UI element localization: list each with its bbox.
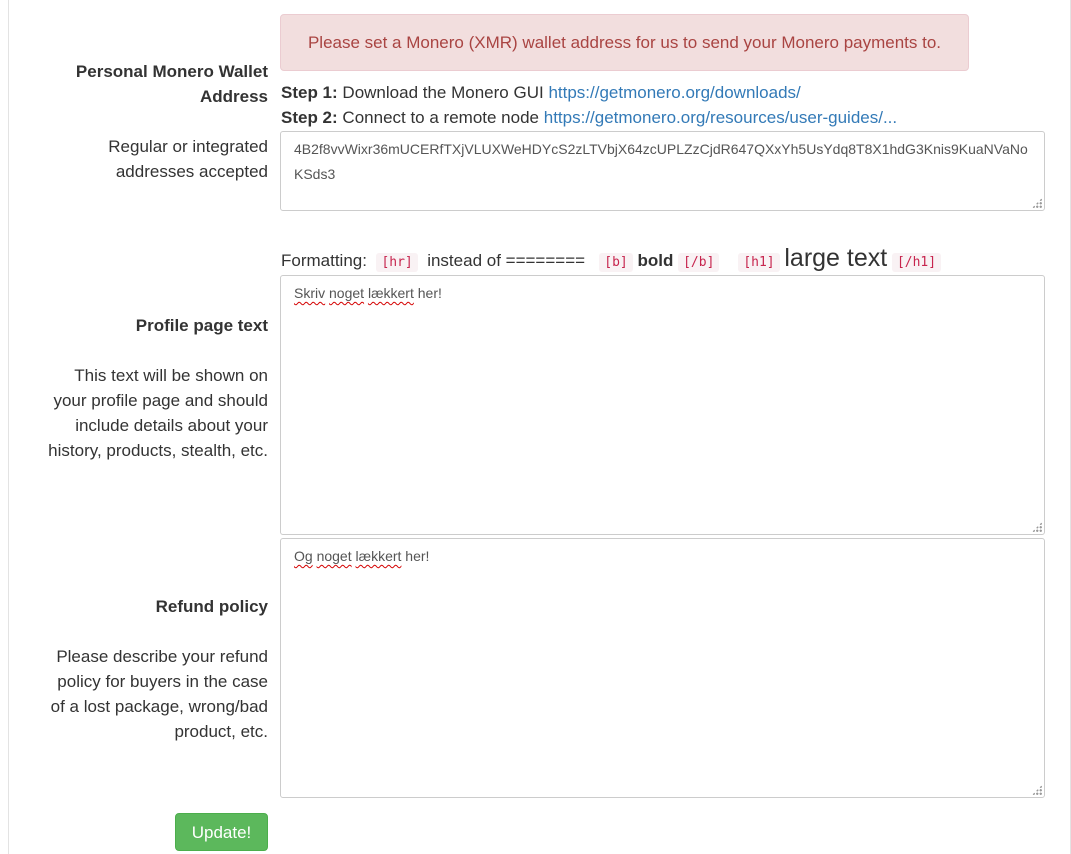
profile-text-value: Skriv noget lækkert her!	[294, 281, 1031, 306]
refund-word-2: noget	[316, 548, 352, 564]
update-button[interactable]: Update!	[175, 813, 268, 851]
h1-open-tag: [h1]	[738, 253, 780, 272]
hr-tag: [hr]	[376, 253, 418, 272]
profile-description: This text will be shown on your profile …	[30, 363, 268, 463]
wallet-alert: Please set a Monero (XMR) wallet address…	[280, 14, 969, 71]
large-text-sample: large text	[784, 244, 888, 272]
refund-desc-line4: product, etc.	[174, 722, 268, 741]
formatting-label: Formatting:	[281, 251, 367, 270]
wallet-address-input[interactable]: 4B2f8vvWixr36mUCERfTXjVLUXWeHDYcS2zLTVbj…	[280, 131, 1045, 211]
step-1: Step 1: Download the Monero GUI https://…	[281, 80, 801, 105]
profile-desc-line2: your profile page and should	[53, 391, 268, 410]
refund-word-1: Og	[294, 548, 313, 564]
wallet-label-line2: Address	[199, 87, 268, 106]
refund-title: Refund policy	[155, 597, 268, 616]
refund-word-rest: her!	[401, 548, 430, 564]
step-1-prefix: Step 1:	[281, 83, 338, 102]
resize-handle-icon[interactable]	[1032, 785, 1042, 795]
wallet-hint-line2: addresses accepted	[115, 162, 268, 181]
wallet-hint: Regular or integrated addresses accepted	[40, 134, 268, 184]
profile-desc-line4: history, products, stealth, etc.	[48, 441, 268, 460]
refund-description: Please describe your refund policy for b…	[30, 644, 268, 744]
bold-open-tag: [b]	[599, 253, 633, 272]
profile-word-3: lækkert	[367, 285, 414, 301]
resize-handle-icon[interactable]	[1032, 198, 1042, 208]
instead-of-text: instead of ========	[427, 251, 586, 270]
step-1-text: Download the Monero GUI	[342, 83, 544, 102]
profile-word-1: Skriv	[294, 285, 326, 301]
profile-label: Profile page text	[30, 313, 268, 338]
refund-desc-line1: Please describe your refund	[56, 647, 268, 666]
profile-desc-line1: This text will be shown on	[74, 366, 268, 385]
refund-desc-line3: of a lost package, wrong/bad	[50, 697, 268, 716]
refund-policy-input[interactable]: Og noget lækkert her!	[280, 538, 1045, 798]
wallet-hint-line1: Regular or integrated	[108, 137, 268, 156]
resize-handle-icon[interactable]	[1032, 522, 1042, 532]
step-2-text: Connect to a remote node	[342, 108, 539, 127]
refund-desc-line2: policy for buyers in the case	[57, 672, 268, 691]
profile-word-rest: her!	[413, 285, 442, 301]
formatting-help: Formatting: [hr] instead of ======== [b]…	[281, 243, 942, 273]
bold-sample: bold	[637, 251, 674, 270]
downloads-link[interactable]: https://getmonero.org/downloads/	[548, 83, 800, 102]
bold-close-tag: [/b]	[678, 253, 720, 272]
step-2: Step 2: Connect to a remote node https:/…	[281, 105, 897, 130]
h1-close-tag: [/h1]	[891, 253, 942, 272]
refund-policy-value: Og noget lækkert her!	[294, 544, 1031, 569]
wallet-address-value: 4B2f8vvWixr36mUCERfTXjVLUXWeHDYcS2zLTVbj…	[294, 141, 1028, 182]
user-guides-link[interactable]: https://getmonero.org/resources/user-gui…	[544, 108, 897, 127]
profile-text-input[interactable]: Skriv noget lækkert her!	[280, 275, 1045, 535]
refund-word-3: lækkert	[355, 548, 402, 564]
profile-desc-line3: include details about your	[75, 416, 268, 435]
profile-word-2: noget	[329, 285, 365, 301]
wallet-label-line1: Personal Monero Wallet	[75, 62, 268, 81]
step-2-prefix: Step 2:	[281, 108, 338, 127]
profile-title: Profile page text	[135, 316, 268, 335]
refund-label: Refund policy	[30, 594, 268, 619]
wallet-label: Personal Monero Wallet Address	[40, 59, 268, 109]
